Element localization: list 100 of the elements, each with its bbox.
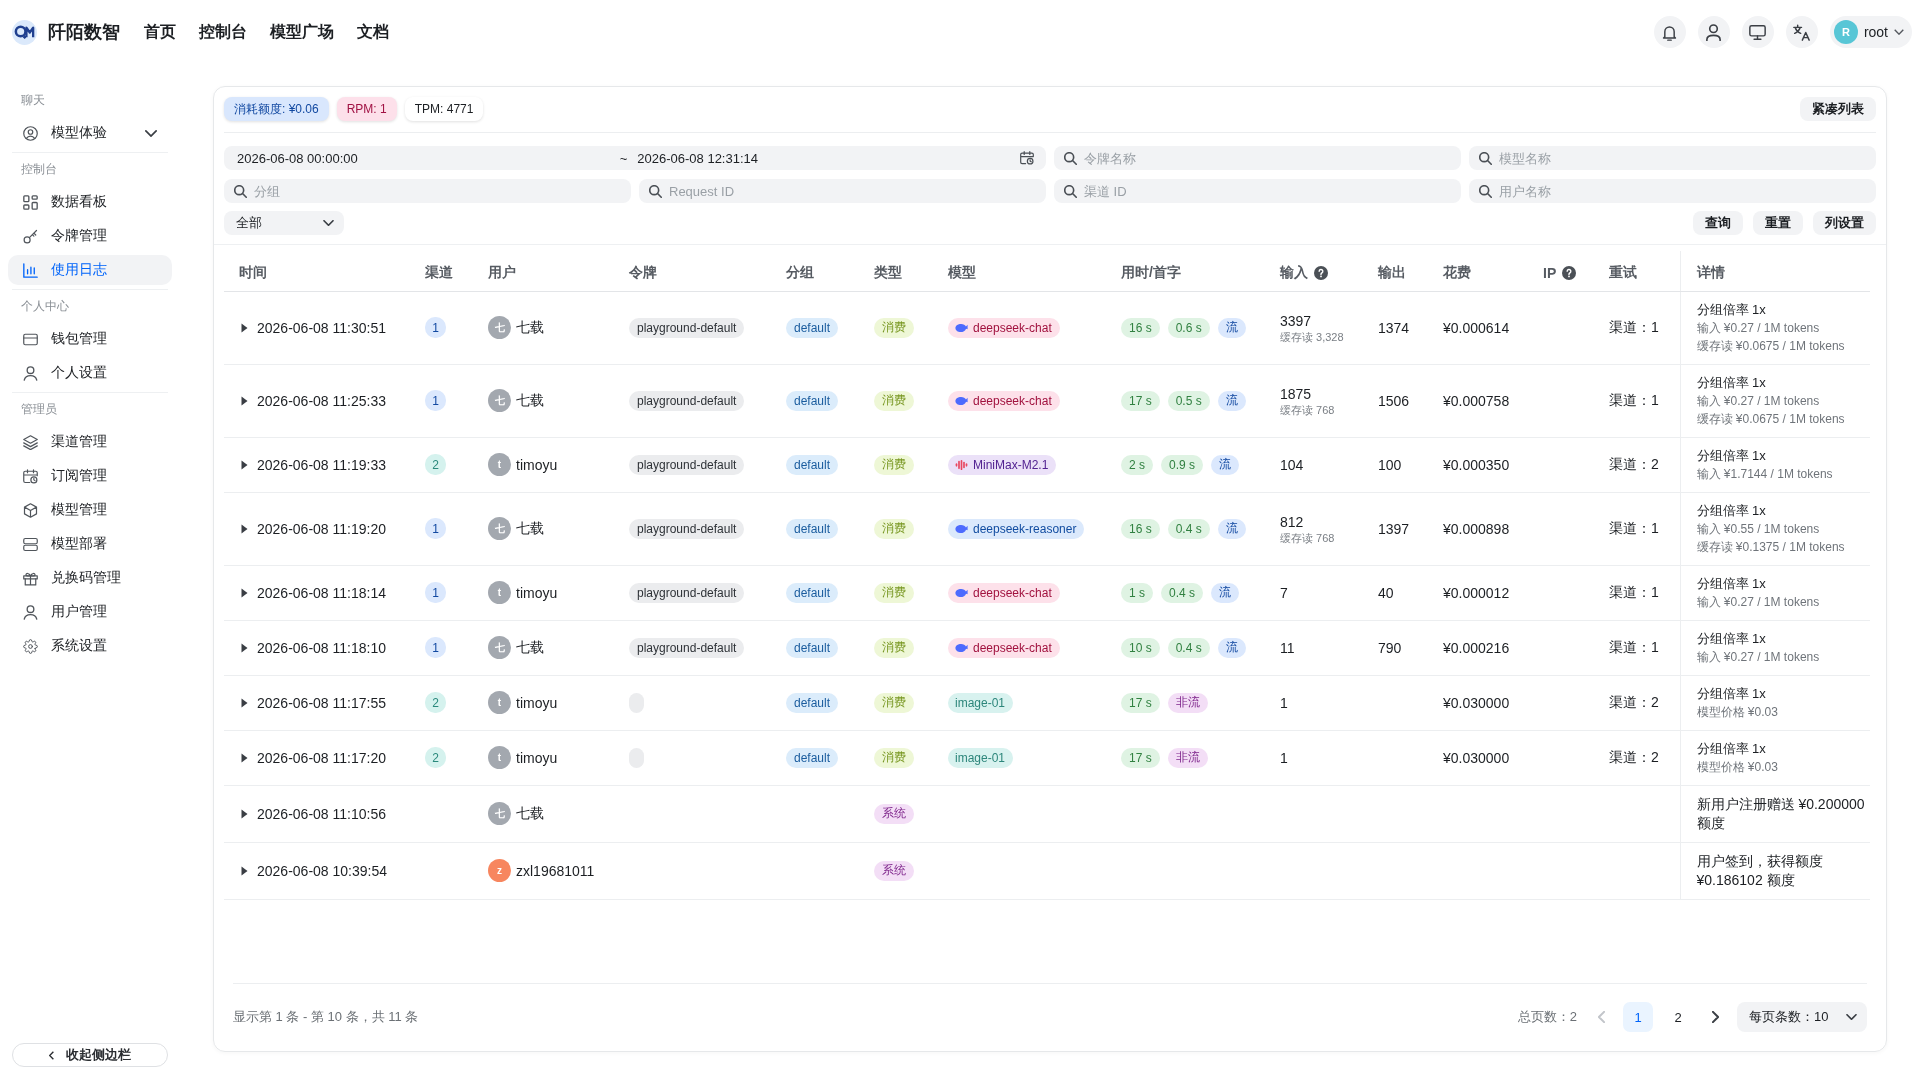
column-header: 重试 xyxy=(1609,263,1637,282)
filter-button[interactable]: 查询 xyxy=(1693,211,1743,235)
expand-caret-icon[interactable] xyxy=(241,865,248,876)
sidebar-item[interactable]: 使用日志 xyxy=(8,255,172,285)
collapse-sidebar-button[interactable]: 收起侧边栏 xyxy=(12,1043,168,1067)
token-tag: playground-default xyxy=(629,582,745,603)
timing-tag: 流 xyxy=(1217,518,1246,539)
nav-link[interactable]: 首页 xyxy=(144,21,176,43)
sidebar-item[interactable]: 钱包管理 xyxy=(8,324,172,354)
nav-link[interactable]: 文档 xyxy=(357,21,389,43)
user-avatar: z xyxy=(488,859,511,882)
language-button[interactable] xyxy=(1785,16,1818,48)
group-tag: default xyxy=(786,454,839,475)
filter-button[interactable]: 重置 xyxy=(1753,211,1803,235)
expand-caret-icon[interactable] xyxy=(241,322,248,333)
user-menu[interactable]: R root xyxy=(1829,16,1912,48)
filter-button[interactable]: 列设置 xyxy=(1813,211,1876,235)
logo-icon xyxy=(12,19,37,45)
sidebar-item[interactable]: 渠道管理 xyxy=(8,427,172,457)
nav-link[interactable]: 控制台 xyxy=(199,21,247,43)
sidebar-item[interactable]: 用户管理 xyxy=(8,597,172,627)
sidebar-item[interactable]: 模型部署 xyxy=(8,529,172,559)
detail-line: 模型价格 ¥0.03 xyxy=(1696,758,1779,776)
detail-line: 输入 ¥0.55 / 1M tokens xyxy=(1696,520,1821,538)
search-field[interactable]: 令牌名称 xyxy=(1054,146,1461,170)
sidebar-item[interactable]: 模型体验 xyxy=(8,118,172,148)
nav-link[interactable]: 模型广场 xyxy=(270,21,334,43)
start-date-input[interactable]: 2026-06-08 00:00:00 xyxy=(237,148,610,168)
search-field[interactable]: 用户名称 xyxy=(1469,179,1876,203)
search-field[interactable]: 分组 xyxy=(224,179,631,203)
input-tokens: 7 xyxy=(1280,583,1289,602)
user-avatar: t xyxy=(488,581,511,604)
expand-caret-icon[interactable] xyxy=(241,808,248,819)
token-tag: playground-default xyxy=(629,518,745,539)
compact-list-button[interactable]: 紧凑列表 xyxy=(1800,97,1876,121)
user-name: timoyu xyxy=(516,456,558,473)
sidebar-item[interactable]: 个人设置 xyxy=(8,358,172,388)
column-header: 模型 xyxy=(948,263,976,282)
search-icon xyxy=(1064,151,1077,165)
sidebar-item[interactable]: 令牌管理 xyxy=(8,221,172,251)
section-label: 聊天 xyxy=(20,91,46,109)
log-time: 2026-06-08 11:10:56 xyxy=(257,805,386,822)
log-time: 2026-06-08 11:18:14 xyxy=(257,584,386,601)
detail-line: 输入 ¥0.27 / 1M tokens xyxy=(1696,593,1821,611)
search-field[interactable]: 渠道 ID xyxy=(1054,179,1461,203)
type-select[interactable]: 全部 xyxy=(224,211,344,235)
page-button[interactable]: 2 xyxy=(1663,1002,1693,1032)
detail-line: 分组倍率 1x xyxy=(1696,684,1767,703)
token-tag: playground-default xyxy=(629,317,745,338)
search-icon xyxy=(1479,151,1492,165)
search-field[interactable]: Request ID xyxy=(639,179,1046,203)
expand-caret-icon[interactable] xyxy=(241,523,248,534)
profile-button[interactable] xyxy=(1697,16,1730,48)
notification-button[interactable] xyxy=(1653,16,1686,48)
expand-caret-icon[interactable] xyxy=(241,587,248,598)
server-icon xyxy=(23,536,38,552)
expand-caret-icon[interactable] xyxy=(241,395,248,406)
user-avatar: 七 xyxy=(488,316,511,339)
expand-caret-icon[interactable] xyxy=(241,642,248,653)
end-date-input[interactable]: 2026-06-08 12:31:14 xyxy=(637,148,1010,168)
sidebar-item[interactable]: 模型管理 xyxy=(8,495,172,525)
cache-read-tokens: 缓存读 768 xyxy=(1280,530,1336,545)
user-name: 七载 xyxy=(516,391,544,410)
cost-value: ¥0.030000 xyxy=(1443,749,1510,766)
section-label: 控制台 xyxy=(20,160,58,178)
detail-note: 新用户注册赠送 ¥0.200000 额度 xyxy=(1696,794,1866,833)
page-button[interactable]: 1 xyxy=(1623,1002,1653,1032)
page-size-select[interactable]: 每页条数：10 xyxy=(1737,1002,1867,1032)
detail-line: 输入 ¥0.27 / 1M tokens xyxy=(1696,648,1821,666)
channel-tag: 1 xyxy=(425,317,446,338)
group-tag: default xyxy=(786,390,839,411)
chevron-right-icon xyxy=(1711,1011,1719,1023)
sidebar-item[interactable]: 兑换码管理 xyxy=(8,563,172,593)
detail-line: 分组倍率 1x xyxy=(1696,629,1767,648)
expand-caret-icon[interactable] xyxy=(241,697,248,708)
type-tag: 消费 xyxy=(874,582,914,603)
cache-read-tokens: 缓存读 768 xyxy=(1280,402,1336,417)
log-time: 2026-06-08 11:18:10 xyxy=(257,639,386,656)
search-icon xyxy=(1064,184,1077,198)
sidebar-item[interactable]: 数据看板 xyxy=(8,187,172,217)
log-time: 2026-06-08 10:39:54 xyxy=(257,862,387,879)
timing-tag: 0.5 s xyxy=(1167,390,1210,411)
cost-value: ¥0.000758 xyxy=(1443,392,1510,409)
search-field[interactable]: 模型名称 xyxy=(1469,146,1876,170)
retry-info: 渠道：1 xyxy=(1609,583,1659,600)
display-button[interactable] xyxy=(1741,16,1774,48)
group-tag: default xyxy=(786,317,839,338)
bar-chart-icon xyxy=(23,262,38,278)
timing-tag: 17 s xyxy=(1121,747,1160,768)
sidebar-item[interactable]: 系统设置 xyxy=(8,631,172,661)
group-tag: default xyxy=(786,518,839,539)
user-icon xyxy=(23,365,38,381)
channel-tag: 1 xyxy=(425,582,446,603)
retry-info: 渠道：2 xyxy=(1609,455,1659,472)
chevron-down-icon xyxy=(1846,1014,1857,1020)
detail-line: 分组倍率 1x xyxy=(1696,373,1767,392)
expand-caret-icon[interactable] xyxy=(241,752,248,763)
date-range-picker[interactable]: 2026-06-08 00:00:00 ~ 2026-06-08 12:31:14 xyxy=(224,146,1046,170)
expand-caret-icon[interactable] xyxy=(241,459,248,470)
sidebar-item[interactable]: 订阅管理 xyxy=(8,461,172,491)
